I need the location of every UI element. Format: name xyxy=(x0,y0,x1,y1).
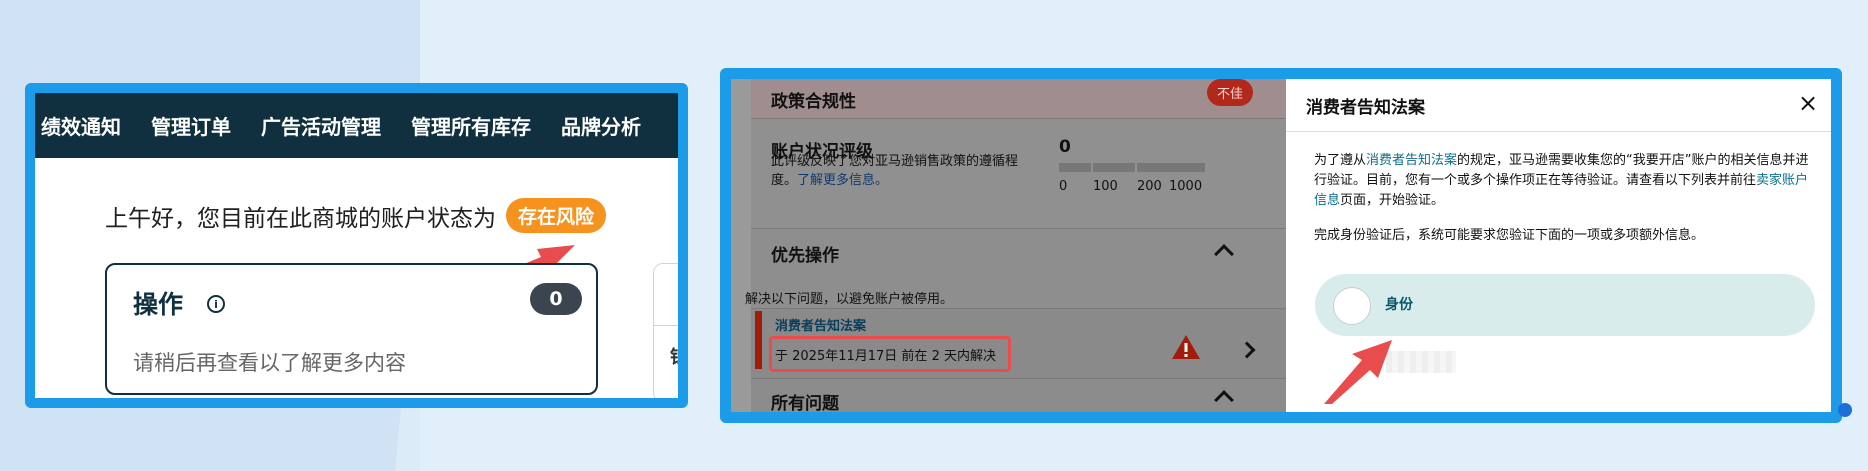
scale-segment-3 xyxy=(1137,163,1205,172)
scale-segment-1 xyxy=(1059,163,1091,172)
side-card-divider xyxy=(653,325,678,326)
account-status-greeting: 上午好，您目前在此商城的账户状态为 存在风险 xyxy=(105,198,607,233)
drawer-divider xyxy=(1286,131,1831,132)
policy-status-badge: 不佳 xyxy=(1207,79,1254,106)
consumer-act-link[interactable]: 消费者告知法案 xyxy=(1366,153,1457,168)
nav-manage-orders[interactable]: 管理订单 xyxy=(151,111,231,140)
drawer-title: 消费者告知法案 xyxy=(1306,98,1425,118)
consumer-act-title[interactable]: 消费者告知法案 xyxy=(775,315,866,334)
policy-compliance-title: 政策合规性 xyxy=(771,92,856,112)
account-health-panel: 政策合规性 不佳 账户状况评级 此评级反映了您对亚马逊销售政策的遵循程度。了解更… xyxy=(720,68,1842,423)
account-health-score: 0 xyxy=(1059,137,1071,157)
actions-title: 操作 xyxy=(133,290,184,319)
account-health-description: 此评级反映了您对亚马逊销售政策的遵循程度。了解更多信息。 xyxy=(771,152,1041,190)
corner-chat-button[interactable] xyxy=(1838,403,1852,417)
partial-side-card xyxy=(653,263,678,398)
learn-more-link[interactable]: 了解更多信息。 xyxy=(797,173,888,188)
p1-text-a: 为了遵从 xyxy=(1314,153,1367,168)
p1-text-c: 页面，开始验证。 xyxy=(1340,193,1445,208)
info-icon[interactable]: i xyxy=(207,295,225,313)
identity-label: 身份 xyxy=(1385,297,1413,313)
scale-label-0: 0 xyxy=(1059,179,1068,194)
close-icon[interactable]: × xyxy=(1798,91,1818,115)
nav-manage-inventory[interactable]: 管理所有库存 xyxy=(411,111,531,140)
account-health-overlay: 政策合规性 不佳 账户状况评级 此评级反映了您对亚马逊销售政策的遵循程度。了解更… xyxy=(731,79,1286,412)
nav-brand-analytics[interactable]: 品牌分析 xyxy=(561,111,641,140)
drawer-paragraph-1: 为了遵从消费者告知法案的规定，亚马逊需要收集您的“我要开店”账户的相关信息并进行… xyxy=(1314,151,1814,211)
red-arrow-annotation xyxy=(1324,340,1392,404)
priority-subtitle: 解决以下问题，以避免账户被停用。 xyxy=(745,292,954,307)
side-card-text: 银 xyxy=(670,347,688,368)
top-navbar: 绩效通知 管理订单 广告活动管理 管理所有库存 品牌分析 xyxy=(35,93,678,158)
scale-label-100: 100 xyxy=(1093,179,1118,194)
left-gutter xyxy=(731,79,751,412)
blurred-text xyxy=(1386,351,1456,373)
seller-central-home-panel: 绩效通知 管理订单 广告活动管理 管理所有库存 品牌分析 上午好，您目前在此商城… xyxy=(25,83,688,408)
policy-compliance-section[interactable]: 政策合规性 不佳 xyxy=(751,79,1286,119)
scale-label-200: 200 xyxy=(1137,179,1162,194)
scale-label-1000: 1000 xyxy=(1169,179,1203,194)
actions-description: 请稍后再查看以了解更多内容 xyxy=(133,351,406,375)
actions-card: 操作 i 0 请稍后再查看以了解更多内容 xyxy=(105,263,598,395)
drawer-paragraph-2: 完成身份验证后，系统可能要求您验证下面的一项或多项额外信息。 xyxy=(1314,228,1705,243)
scale-segment-2 xyxy=(1093,163,1135,172)
nav-campaign-manager[interactable]: 广告活动管理 xyxy=(261,111,381,140)
priority-actions-title: 优先操作 xyxy=(771,246,839,266)
consumer-act-drawer: 消费者告知法案 × 为了遵从消费者告知法案的规定，亚马逊需要收集您的“我要开店”… xyxy=(1286,79,1831,412)
identity-verification-item[interactable]: 身份 xyxy=(1315,274,1815,336)
warning-icon xyxy=(1172,335,1200,359)
all-issues-title: 所有问题 xyxy=(771,394,839,414)
highlight-box-annotation xyxy=(769,336,1011,372)
nav-performance-notifications[interactable]: 绩效通知 xyxy=(41,111,121,140)
greeting-text: 上午好，您目前在此商城的账户状态为 xyxy=(105,205,496,232)
severity-bar xyxy=(755,311,762,369)
status-toggle[interactable] xyxy=(1333,287,1371,325)
all-issues-section[interactable]: 所有问题 xyxy=(751,379,1286,414)
actions-count-badge: 0 xyxy=(530,283,582,315)
at-risk-badge[interactable]: 存在风险 xyxy=(506,198,607,233)
